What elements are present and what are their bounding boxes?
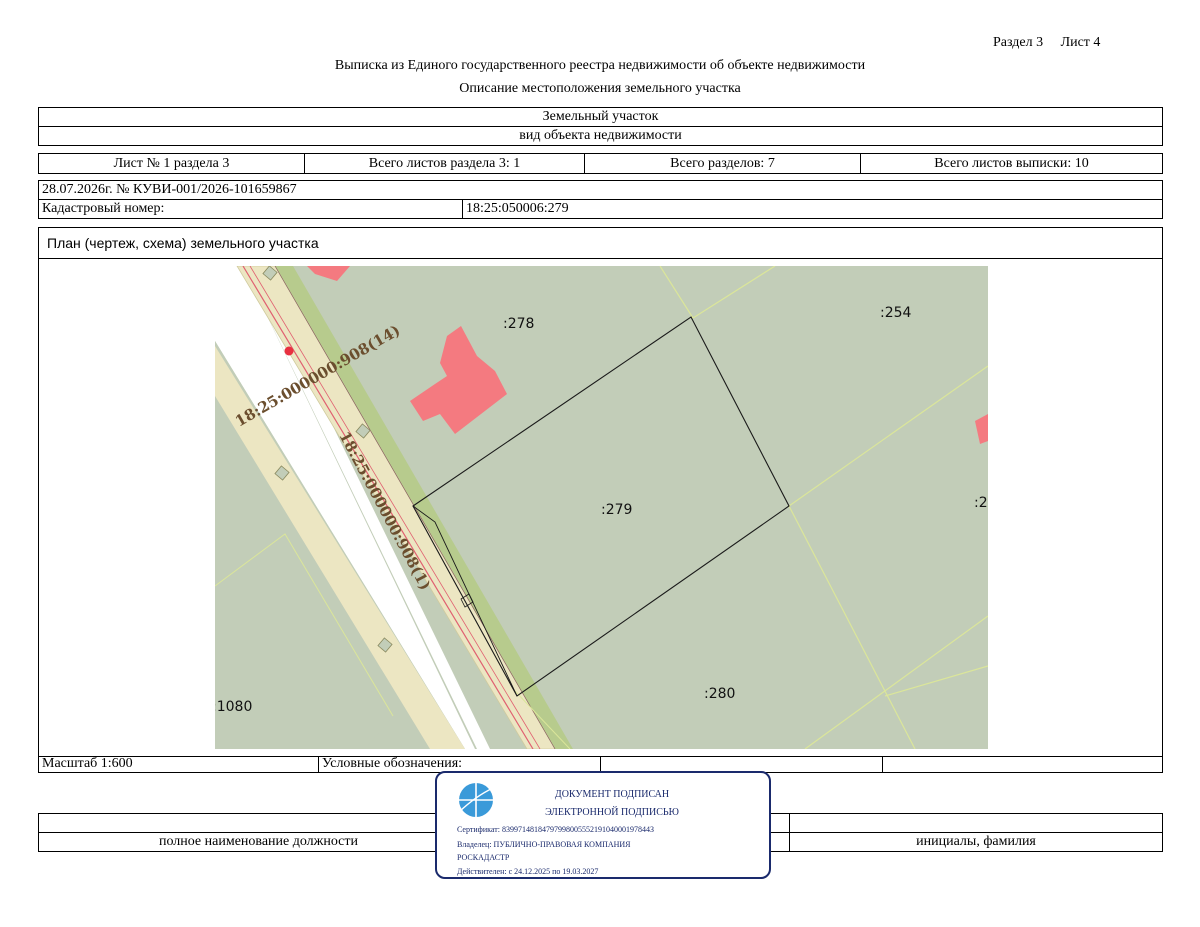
sheet-number: Лист 4 <box>1060 35 1101 50</box>
object-name-row: Земельный участок <box>38 107 1163 127</box>
total-extract-sheets: Всего листов выписки: 10 <box>934 155 1089 171</box>
total-section-sheets: Всего листов раздела 3: 1 <box>305 154 585 173</box>
sheet-no: Лист № 1 раздела 3 <box>39 154 305 173</box>
label-1080: :1080 <box>215 699 252 715</box>
stamp-certificate: Сертификат: 8399714818479799800555219104… <box>457 825 654 834</box>
label-280: :280 <box>704 686 735 702</box>
signature-name-label: инициалы, фамилия <box>916 834 1036 849</box>
label-2: :2 <box>974 495 988 511</box>
label-278: :278 <box>503 316 534 332</box>
signature-name-blank <box>790 814 1162 832</box>
stamp-owner-1: Владелец: ПУБЛИЧНО-ПРАВОВАЯ КОМПАНИЯ <box>457 840 631 849</box>
rosreestr-logo-icon <box>458 783 494 817</box>
object-name: Земельный участок <box>542 109 659 124</box>
label-279: :279 <box>601 502 632 518</box>
record-date-number: 28.07.2026г. № КУВИ-001/2026-101659867 <box>42 182 297 197</box>
cadastral-row: Кадастровый номер: 18:25:050006:279 <box>38 199 1163 219</box>
page-reference: Раздел 3 Лист 4 <box>993 35 1100 51</box>
stamp-validity: Действителен: с 24.12.2025 по 19.03.2027 <box>457 867 599 876</box>
red-point <box>284 346 294 356</box>
legend-cell-empty-2 <box>883 756 1162 772</box>
total-sections: Всего разделов: 7 <box>585 154 861 173</box>
stamp-line-1: ДОКУМЕНТ ПОДПИСАН <box>554 789 670 800</box>
cadastral-value: 18:25:050006:279 <box>466 201 569 216</box>
object-kind-row: вид объекта недвижимости <box>38 126 1163 146</box>
label-254: :254 <box>880 305 912 321</box>
sheets-row: Лист № 1 раздела 3 Всего листов раздела … <box>38 153 1163 174</box>
plan-header: План (чертеж, схема) земельного участка <box>38 227 1163 259</box>
electronic-signature-stamp: ДОКУМЕНТ ПОДПИСАН ЭЛЕКТРОННОЙ ПОДПИСЬЮ С… <box>435 771 771 879</box>
stamp-line-2: ЭЛЕКТРОННОЙ ПОДПИСЬЮ <box>545 807 679 818</box>
section-number: Раздел 3 <box>993 35 1044 50</box>
document-title: Выписка из Единого государственного реес… <box>334 58 866 73</box>
record-row: 28.07.2026г. № КУВИ-001/2026-101659867 <box>38 180 1163 200</box>
signature-position-label: полное наименование должности <box>39 833 479 851</box>
cadastral-map: :278 :254 :279 :280 :1080 :2 18:25:00000… <box>215 266 988 749</box>
cadastral-label: Кадастровый номер: <box>39 200 463 218</box>
scale: Масштаб 1:600 <box>39 756 319 772</box>
object-kind: вид объекта недвижимости <box>519 128 682 143</box>
plan-title: План (чертеж, схема) земельного участка <box>47 235 319 251</box>
document-subtitle: Описание местоположения земельного участ… <box>459 81 741 96</box>
legend-label: Условные обозначения: <box>319 756 601 772</box>
legend-cell-empty <box>601 756 883 772</box>
stamp-owner-2: РОСКАДАСТР <box>457 853 510 862</box>
signature-position-blank <box>39 814 479 832</box>
